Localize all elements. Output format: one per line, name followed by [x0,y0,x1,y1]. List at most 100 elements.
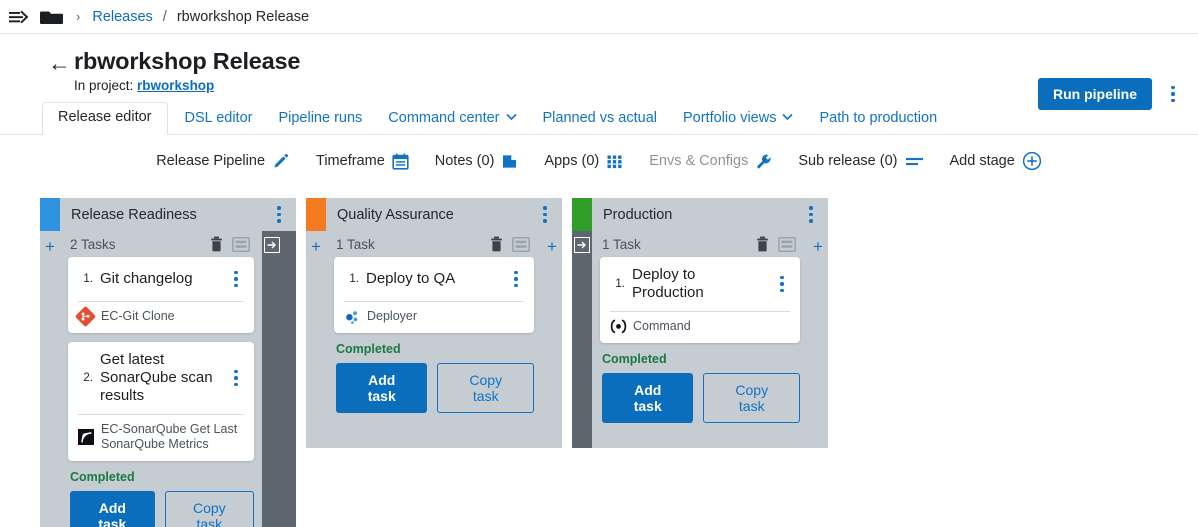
toolbar-item-release-pipeline[interactable]: Release Pipeline [156,152,290,170]
grid-icon[interactable] [606,153,623,170]
stage-title-row: Production [592,198,828,231]
add-task-button[interactable]: Add task [70,491,155,527]
page-header: ← rbworkshop Release In project: rbworks… [0,34,1198,100]
tab-planned-vs-actual[interactable]: Planned vs actual [530,103,670,135]
menu-arrow-icon[interactable] [8,9,30,25]
task-kebab-menu-icon[interactable] [225,365,247,391]
copy-task-button[interactable]: Copy task [165,491,254,527]
stage-tool-icons [490,236,530,252]
stage-tool-icons [210,236,250,252]
rows-icon[interactable] [232,237,250,252]
task-plugin-row: Deployer [334,302,534,333]
toolbar-item-label: Envs & Configs [649,154,748,169]
note-icon[interactable] [501,153,518,170]
task-plugin-name: EC-Git Clone [101,309,175,324]
task-name: Deploy to Production [632,266,771,302]
stage-kebab-menu-icon[interactable] [268,202,290,228]
tab-label: Pipeline runs [278,110,362,127]
add-stage-rail-left[interactable]: + [40,231,60,527]
add-stage-rail-right[interactable]: + [542,231,562,448]
tab-label: Command center [388,110,499,127]
wrench-icon[interactable] [755,153,772,170]
task-kebab-menu-icon[interactable] [505,266,527,292]
stage-release-readiness: Release Readiness +2 Tasks1.Git changelog… [40,198,296,527]
add-stage-rail-right[interactable]: + [808,231,828,448]
back-arrow-icon[interactable]: ← [48,52,71,75]
deployer-icon [344,309,360,325]
task-kebab-menu-icon[interactable] [771,271,793,297]
rows-icon[interactable] [512,237,530,252]
gate-icon[interactable] [264,237,280,253]
stage-gate-rail-left[interactable] [572,231,592,448]
stage-name: Release Readiness [71,207,197,223]
toolbar-item-label: Release Pipeline [156,154,265,169]
task-name: Deploy to QA [366,270,505,288]
toolbar-item-timeframe[interactable]: Timeframe [316,153,409,170]
copy-task-button[interactable]: Copy task [703,373,800,423]
folder-icon[interactable] [40,8,64,26]
toolbar-item-sub-release-0[interactable]: Sub release (0) [798,154,923,169]
subtitle-prefix: In project: [74,78,133,93]
task-count-row: 1 Task [334,231,534,257]
toolbar-item-envs-configs[interactable]: Envs & Configs [649,153,772,170]
plus-icon[interactable]: + [547,238,557,255]
tab-dsl-editor[interactable]: DSL editor [172,103,266,135]
chevron-down-icon [506,113,517,124]
calendar-icon[interactable] [392,153,409,170]
gate-icon[interactable] [574,237,590,253]
task-count-row: 1 Task [600,231,800,257]
stage-scrollbar[interactable] [282,231,296,527]
copy-task-button[interactable]: Copy task [437,363,534,413]
toolbar-item-label: Apps (0) [544,154,599,169]
plus-circle-icon[interactable] [1022,151,1042,171]
stage-header: Quality Assurance [306,198,562,231]
plus-icon[interactable]: + [311,238,321,255]
lines-icon[interactable] [905,154,924,169]
trash-icon[interactable] [490,236,503,252]
task-count-row: 2 Tasks [68,231,254,257]
add-task-button[interactable]: Add task [336,363,427,413]
tab-portfolio-views[interactable]: Portfolio views [670,103,806,135]
rows-icon[interactable] [778,237,796,252]
breadcrumb-link-releases[interactable]: Releases [92,9,152,25]
trash-icon[interactable] [756,236,769,252]
stage-kebab-menu-icon[interactable] [800,202,822,228]
project-link[interactable]: rbworkshop [137,78,214,93]
stage-gate-rail-right[interactable] [262,231,282,527]
toolbar-item-label: Sub release (0) [798,154,897,169]
stage-body: +1 Task1.Deploy to QADeployerCompletedAd… [306,231,562,448]
tab-path-to-production[interactable]: Path to production [806,103,950,135]
tab-pipeline-runs[interactable]: Pipeline runs [265,103,375,135]
pencil-icon[interactable] [272,152,290,170]
toolbar-item-add-stage[interactable]: Add stage [950,151,1042,171]
chevron-down-icon [782,113,793,124]
stage-quality-assurance: Quality Assurance +1 Task 1. Deploy to QA De… [306,198,562,448]
trash-icon[interactable] [210,236,223,252]
task-number: 1. [343,273,359,285]
pipeline-toolbar: Release Pipeline Timeframe Notes (0) Apps (… [0,143,1198,179]
stage-status-badge: Completed [602,352,800,366]
stage-tool-icons [756,236,796,252]
command-icon [610,319,626,335]
task-card-header: 2.Get latest SonarQube scan results [68,342,254,414]
task-card[interactable]: 2.Get latest SonarQube scan resultsEC-So… [68,342,254,461]
plus-icon[interactable]: + [45,238,55,255]
task-card[interactable]: 1.Deploy to ProductionCommand [600,257,800,343]
toolbar-item-apps-0[interactable]: Apps (0) [544,153,623,170]
stage-action-buttons: Add taskCopy task [600,373,800,423]
add-stage-rail-left[interactable]: + [306,231,326,448]
stage-header: Release Readiness [40,198,296,231]
tab-bar: Release editorDSL editor Pipeline runs Com… [0,102,1198,135]
toolbar-item-notes-0[interactable]: Notes (0) [435,153,519,170]
plus-icon[interactable]: + [813,238,823,255]
stage-kebab-menu-icon[interactable] [534,202,556,228]
task-card[interactable]: 1. Deploy to QA Deployer [334,257,534,333]
add-task-button[interactable]: Add task [602,373,693,423]
stage-header: Production [572,198,828,231]
task-card[interactable]: 1.Git changelogEC-Git Clone [68,257,254,333]
tab-command-center[interactable]: Command center [375,103,529,135]
tab-label: Path to production [819,110,937,127]
task-kebab-menu-icon[interactable] [225,266,247,292]
tab-release-editor[interactable]: Release editor [42,102,168,135]
stage-body: 1 Task1.Deploy to ProductionCommand Compl… [572,231,828,448]
